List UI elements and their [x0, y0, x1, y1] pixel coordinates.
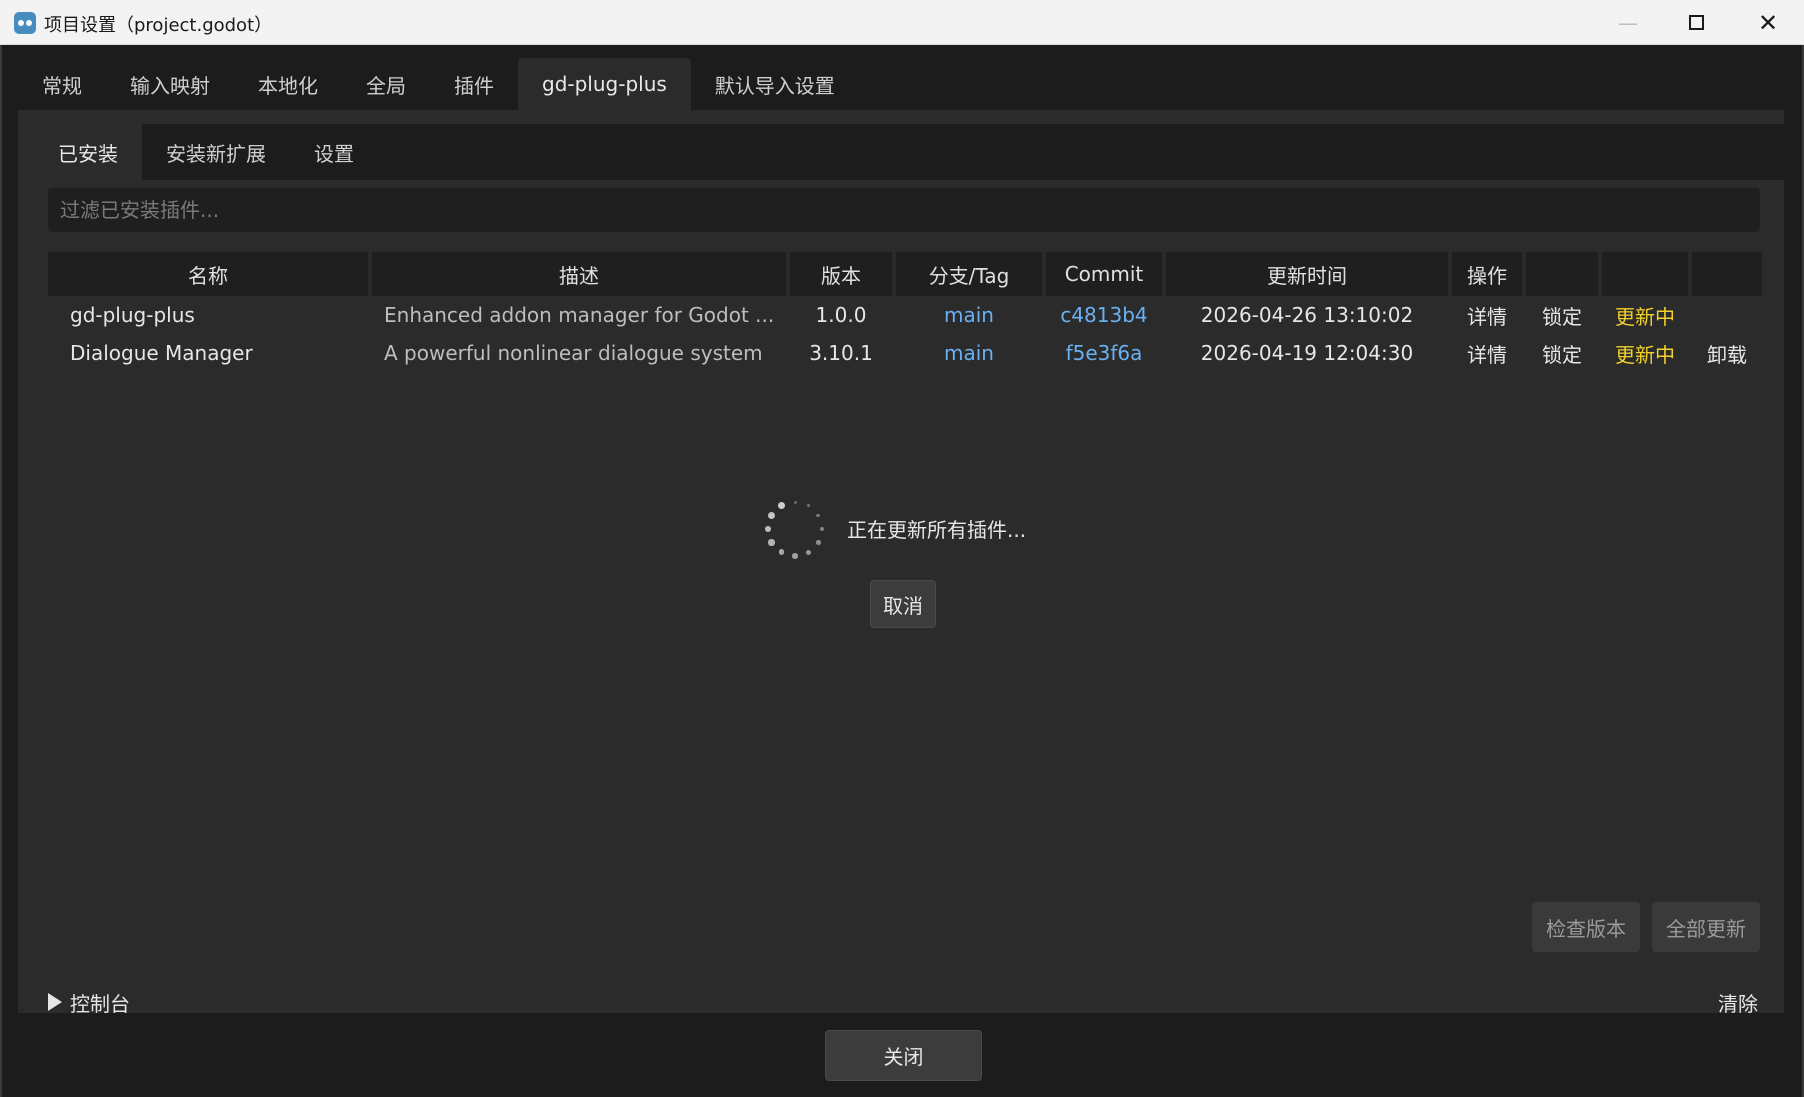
column-header-name[interactable]: 名称 — [48, 252, 368, 296]
loading-spinner-icon — [762, 496, 828, 562]
spinner-dot — [805, 549, 812, 555]
plugin-branch-link[interactable]: main — [896, 303, 1042, 327]
console-toggle[interactable]: 控制台 — [48, 987, 130, 1017]
expand-arrow-icon — [48, 993, 62, 1011]
plugin-description: Enhanced addon manager for Godot ... — [384, 303, 775, 327]
spinner-dot — [768, 511, 776, 520]
status-updating: 更新中 — [1615, 342, 1675, 367]
tab-plugins[interactable]: 插件 — [430, 58, 518, 110]
godot-icon — [14, 12, 36, 34]
plugin-branch-link[interactable]: main — [896, 341, 1042, 365]
installed-plugins-table: 名称 描述 版本 分支/Tag Commit 更新时间 操作 gd-plug-p… — [48, 252, 1762, 372]
column-header-uninstall[interactable] — [1692, 252, 1762, 296]
tab-general[interactable]: 常规 — [18, 58, 106, 110]
spinner-dot — [816, 513, 821, 518]
clear-console-button[interactable]: 清除 — [1718, 987, 1758, 1017]
project-settings-dialog: 常规 输入映射 本地化 全局 插件 gd-plug-plus 默认导入设置 已安… — [0, 45, 1804, 1097]
tab-install-new[interactable]: 安装新扩展 — [142, 124, 290, 180]
spinner-dot — [793, 500, 797, 504]
window-title: 项目设置（project.godot） — [44, 15, 273, 36]
maximize-icon — [1688, 15, 1704, 30]
table-header: 名称 描述 版本 分支/Tag Commit 更新时间 操作 — [48, 252, 1762, 296]
status-updating: 更新中 — [1615, 304, 1675, 329]
uninstall-button[interactable]: 卸载 — [1692, 339, 1762, 368]
close-window-button[interactable]: ✕ — [1733, 0, 1803, 45]
plugin-description: A powerful nonlinear dialogue system — [384, 341, 763, 365]
spinner-dot — [778, 549, 785, 556]
check-version-button[interactable]: 检查版本 — [1532, 902, 1640, 952]
plugin-updated-time: 2026-04-19 12:04:30 — [1200, 341, 1414, 365]
plugin-name: gd-plug-plus — [70, 303, 195, 327]
tab-input-map[interactable]: 输入映射 — [106, 58, 234, 110]
console-label: 控制台 — [70, 991, 130, 1016]
table-row[interactable]: Dialogue Manager A powerful nonlinear di… — [48, 334, 1762, 372]
plugin-updated-time: 2026-04-26 13:10:02 — [1200, 303, 1414, 327]
close-button[interactable]: 关闭 — [825, 1030, 982, 1081]
cancel-button[interactable]: 取消 — [870, 580, 936, 628]
maximize-button[interactable] — [1661, 0, 1731, 45]
plugin-commit-link[interactable]: c4813b4 — [1046, 303, 1162, 327]
tab-settings[interactable]: 设置 — [290, 124, 378, 180]
spinner-dot — [792, 553, 798, 559]
tab-import-defaults[interactable]: 默认导入设置 — [691, 58, 859, 110]
loading-message: 正在更新所有插件... — [847, 518, 1027, 542]
column-header-branch[interactable]: 分支/Tag — [896, 252, 1042, 296]
plugin-version: 3.10.1 — [809, 341, 873, 365]
top-tabbar: 常规 输入映射 本地化 全局 插件 gd-plug-plus 默认导入设置 — [18, 58, 859, 110]
column-header-actions[interactable]: 操作 — [1452, 252, 1522, 296]
plugin-version: 1.0.0 — [815, 303, 867, 327]
lock-button[interactable]: 锁定 — [1526, 339, 1598, 368]
window-titlebar: 项目设置（project.godot） — ✕ — [0, 0, 1804, 45]
sub-tabbar: 已安装 安装新扩展 设置 — [34, 124, 1794, 180]
column-header-commit[interactable]: Commit — [1046, 252, 1162, 296]
tab-globals[interactable]: 全局 — [342, 58, 430, 110]
tab-installed[interactable]: 已安装 — [34, 124, 142, 180]
filter-input[interactable] — [48, 188, 1760, 232]
tab-gd-plug-plus[interactable]: gd-plug-plus — [518, 58, 691, 110]
details-button[interactable]: 详情 — [1452, 339, 1522, 368]
spinner-dot — [816, 540, 821, 545]
column-header-status[interactable] — [1602, 252, 1688, 296]
update-all-button[interactable]: 全部更新 — [1652, 902, 1760, 952]
gd-plug-plus-panel: 已安装 安装新扩展 设置 名称 描述 版本 分支/Tag Commit 更新时间… — [18, 110, 1794, 1016]
plugin-commit-link[interactable]: f5e3f6a — [1046, 341, 1162, 365]
lock-button[interactable]: 锁定 — [1526, 301, 1598, 330]
spinner-dot — [819, 526, 825, 532]
details-button[interactable]: 详情 — [1452, 301, 1522, 330]
spinner-dot — [768, 539, 775, 546]
tab-localization[interactable]: 本地化 — [234, 58, 342, 110]
spinner-dot — [777, 501, 786, 510]
column-header-description[interactable]: 描述 — [372, 252, 786, 296]
spinner-dot — [806, 503, 811, 508]
spinner-dot — [764, 525, 772, 533]
column-header-lock[interactable] — [1526, 252, 1598, 296]
minimize-button[interactable]: — — [1593, 0, 1663, 45]
table-row[interactable]: gd-plug-plus Enhanced addon manager for … — [48, 296, 1762, 334]
column-header-updated[interactable]: 更新时间 — [1166, 252, 1448, 296]
plugin-name: Dialogue Manager — [70, 341, 253, 365]
column-header-version[interactable]: 版本 — [790, 252, 892, 296]
